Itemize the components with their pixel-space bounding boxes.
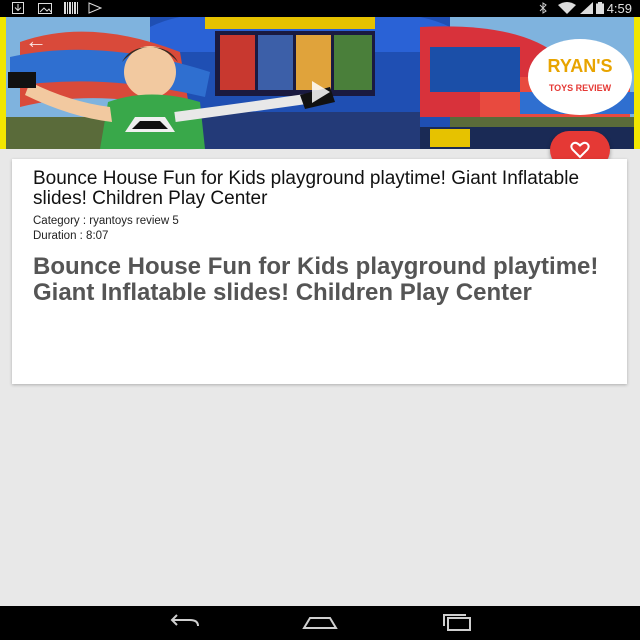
video-description: Bounce House Fun for Kids playground pla…	[33, 253, 599, 306]
logo-title: RYAN'S	[548, 56, 613, 76]
logo-subtitle: TOYS REVIEW	[549, 83, 612, 93]
cast-icon	[88, 2, 102, 14]
signal-icon	[580, 2, 593, 14]
battery-icon	[596, 2, 604, 14]
heart-icon	[570, 141, 590, 159]
barcode-icon	[64, 2, 78, 14]
download-icon	[12, 2, 24, 14]
bluetooth-icon	[539, 2, 547, 14]
wifi-icon	[558, 2, 576, 14]
home-icon[interactable]	[300, 612, 340, 634]
video-title: Bounce House Fun for Kids playground pla…	[33, 168, 580, 209]
back-arrow-icon[interactable]: ←	[22, 27, 50, 55]
recents-icon[interactable]	[438, 612, 478, 634]
video-thumbnail[interactable]: RYAN'S TOYS REVIEW ←	[0, 17, 640, 149]
video-category: Category : ryantoys review 5	[33, 215, 179, 227]
video-detail-card: Bounce House Fun for Kids playground pla…	[12, 159, 627, 384]
image-icon	[38, 3, 52, 14]
play-icon[interactable]	[298, 71, 340, 113]
status-bar: 4:59	[0, 0, 640, 17]
navigation-bar	[0, 606, 640, 640]
status-time: 4:59	[606, 1, 632, 16]
video-duration: Duration : 8:07	[33, 230, 109, 242]
back-icon[interactable]	[164, 612, 204, 634]
